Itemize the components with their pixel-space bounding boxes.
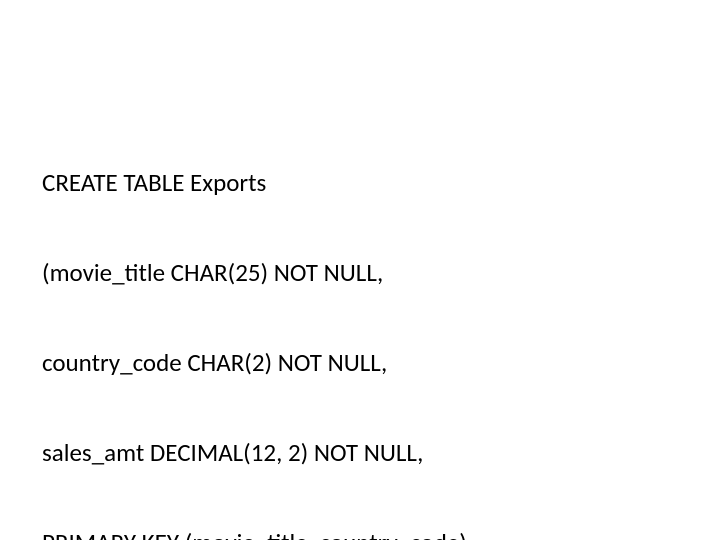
- code-line: PRIMARY KEY (movie_title, country_code),: [42, 528, 720, 540]
- sql-code-block: CREATE TABLE Exports (movie_title CHAR(2…: [42, 108, 720, 540]
- code-line: country_code CHAR(2) NOT NULL,: [42, 348, 720, 378]
- code-line: CREATE TABLE Exports: [42, 168, 720, 198]
- code-line: sales_amt DECIMAL(12, 2) NOT NULL,: [42, 438, 720, 468]
- slide: CREATE TABLE Exports (movie_title CHAR(2…: [0, 0, 720, 540]
- code-line: (movie_title CHAR(25) NOT NULL,: [42, 258, 720, 288]
